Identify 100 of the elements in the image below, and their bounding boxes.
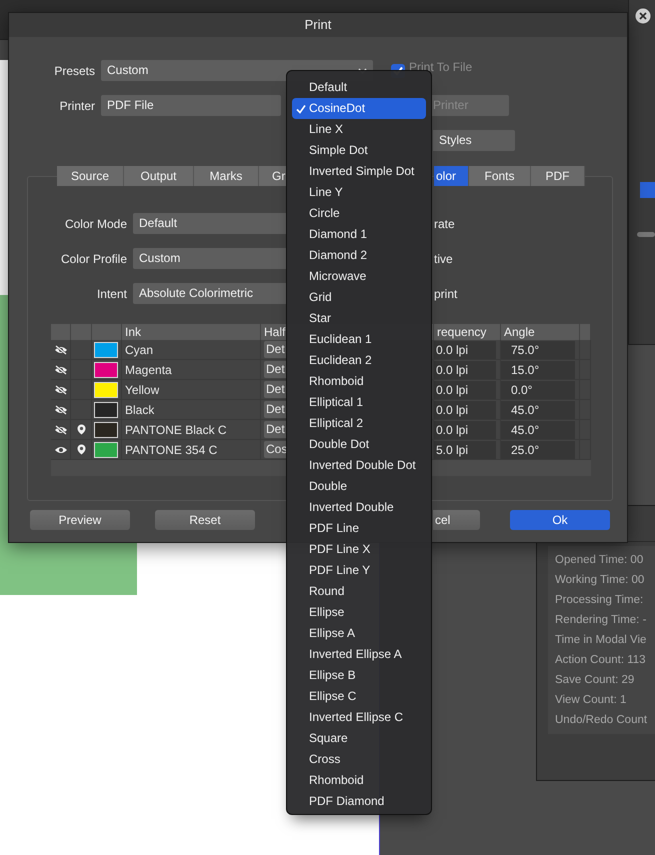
dropdown[interactable]: Absolute Colorimetric xyxy=(133,283,288,304)
halftone-dropdown[interactable]: Det xyxy=(264,421,287,438)
tab[interactable]: PDF xyxy=(531,166,585,186)
field-label: Intent xyxy=(96,286,128,302)
halftone-dropdown[interactable]: Det xyxy=(264,341,287,358)
stat-text: View Count: 1 xyxy=(555,693,628,708)
halftone-dropdown[interactable]: Det xyxy=(264,381,287,398)
frequency-field[interactable]: 0.0 lpi xyxy=(434,420,496,438)
halftone-dropdown[interactable]: Cos xyxy=(264,441,287,458)
menu-item[interactable]: Inverted Double Dot xyxy=(292,455,426,476)
menu-item[interactable]: PDF Line xyxy=(292,518,426,539)
menu-item[interactable]: Diamond 1 xyxy=(292,224,426,245)
menu-item[interactable]: Inverted Double xyxy=(292,497,426,518)
slider-track[interactable] xyxy=(637,232,655,237)
menu-item[interactable]: Cross xyxy=(292,749,426,770)
tab[interactable]: Fonts xyxy=(469,166,531,186)
field-label: Color Mode xyxy=(64,216,128,232)
ink-name: Magenta xyxy=(124,362,172,378)
frequency-field[interactable]: 0.0 lpi xyxy=(434,400,496,418)
menu-item[interactable]: Line X xyxy=(292,119,426,140)
stat-text: Opened Time: 00 xyxy=(555,553,644,568)
hidden-eye-icon[interactable] xyxy=(54,424,68,434)
color-swatch[interactable] xyxy=(94,402,118,418)
menu-item[interactable]: Double xyxy=(292,476,426,497)
angle-field[interactable]: 45.0° xyxy=(501,400,575,418)
hidden-eye-icon[interactable] xyxy=(54,384,68,394)
angle-field[interactable]: 0.0° xyxy=(501,380,575,398)
menu-item[interactable]: Square xyxy=(292,728,426,749)
menu-item[interactable]: PDF Line X xyxy=(292,539,426,560)
color-swatch[interactable] xyxy=(94,442,118,458)
menu-item[interactable]: Star xyxy=(292,308,426,329)
hidden-eye-icon[interactable] xyxy=(54,404,68,414)
menu-item[interactable]: Inverted Ellipse A xyxy=(292,644,426,665)
tab[interactable]: Gr xyxy=(259,166,288,186)
side-button[interactable]: Styles xyxy=(433,130,515,151)
option-label: print xyxy=(434,286,458,302)
angle-field[interactable]: 75.0° xyxy=(501,340,575,358)
dialog-button[interactable]: Reset xyxy=(155,510,255,530)
menu-item[interactable]: Round xyxy=(292,581,426,602)
stat-text: Rendering Time: - xyxy=(555,613,648,628)
menu-item[interactable]: Ellipse xyxy=(292,602,426,623)
menu-item[interactable]: Elliptical 2 xyxy=(292,413,426,434)
color-swatch[interactable] xyxy=(94,362,118,378)
menu-item[interactable]: Microwave xyxy=(292,266,426,287)
menu-item[interactable]: Inverted Simple Dot xyxy=(292,161,426,182)
hidden-eye-icon[interactable] xyxy=(54,344,68,354)
stat-text: Save Count: 29 xyxy=(555,673,636,688)
frequency-field[interactable]: 0.0 lpi xyxy=(434,360,496,378)
tab[interactable]: olor xyxy=(434,166,469,186)
tab[interactable]: Source xyxy=(57,166,124,186)
menu-item[interactable]: Grid xyxy=(292,287,426,308)
eye-icon[interactable] xyxy=(54,444,68,454)
menu-item[interactable]: Double Dot xyxy=(292,434,426,455)
menu-item[interactable]: CosineDot xyxy=(292,98,426,119)
stat-text: Action Count: 113 xyxy=(555,653,647,668)
field-label: Color Profile xyxy=(60,250,128,268)
dialog-button[interactable]: Ok xyxy=(510,510,610,530)
menu-item[interactable]: Simple Dot xyxy=(292,140,426,161)
tab[interactable]: Marks xyxy=(194,166,259,186)
frequency-field[interactable]: 0.0 lpi xyxy=(434,340,496,358)
halftone-dropdown[interactable]: Det xyxy=(264,361,287,378)
menu-item[interactable]: Elliptical 1 xyxy=(292,392,426,413)
checkmark-icon xyxy=(296,104,306,114)
angle-field[interactable]: 45.0° xyxy=(501,420,575,438)
frequency-field[interactable]: 0.0 lpi xyxy=(434,380,496,398)
frequency-field[interactable]: 5.0 lpi xyxy=(434,440,496,458)
menu-item[interactable]: Euclidean 1 xyxy=(292,329,426,350)
menu-item[interactable]: PDF Line Y xyxy=(292,560,426,581)
menu-item[interactable]: PDF Diamond xyxy=(292,791,426,812)
menu-item[interactable]: Ellipse B xyxy=(292,665,426,686)
color-swatch[interactable] xyxy=(94,422,118,438)
dialog-title: Print xyxy=(9,13,627,37)
halftone-dropdown[interactable]: Det xyxy=(264,401,287,418)
menu-item[interactable]: Circle xyxy=(292,203,426,224)
printer-dropdown[interactable]: PDF File xyxy=(101,95,281,116)
dropdown[interactable]: Custom xyxy=(133,248,288,269)
column-header: Ink xyxy=(122,324,261,340)
menu-item[interactable]: Line Y xyxy=(292,182,426,203)
ink-name: Yellow xyxy=(124,382,160,398)
menu-item[interactable]: Inverted Ellipse C xyxy=(292,707,426,728)
angle-field[interactable]: 25.0° xyxy=(501,440,575,458)
menu-item[interactable]: Ellipse A xyxy=(292,623,426,644)
dialog-button[interactable]: Preview xyxy=(30,510,130,530)
dropdown[interactable]: Default xyxy=(133,213,288,234)
ink-name: Black xyxy=(124,402,154,418)
tab[interactable]: Output xyxy=(124,166,194,186)
menu-item[interactable]: Diamond 2 xyxy=(292,245,426,266)
close-icon[interactable] xyxy=(635,8,651,24)
hidden-eye-icon[interactable] xyxy=(54,364,68,374)
color-swatch[interactable] xyxy=(94,342,118,358)
menu-item[interactable]: Rhomboid xyxy=(292,770,426,791)
menu-item[interactable]: Ellipse C xyxy=(292,686,426,707)
angle-field[interactable]: 15.0° xyxy=(501,360,575,378)
menu-item[interactable]: Euclidean 2 xyxy=(292,350,426,371)
field-label: Presets xyxy=(53,62,96,80)
option-label: rate xyxy=(434,216,455,232)
dialog-button[interactable]: cel xyxy=(433,510,480,530)
column-header: requency xyxy=(434,324,501,340)
color-swatch[interactable] xyxy=(94,382,118,398)
menu-item[interactable]: Rhomboid xyxy=(292,371,426,392)
